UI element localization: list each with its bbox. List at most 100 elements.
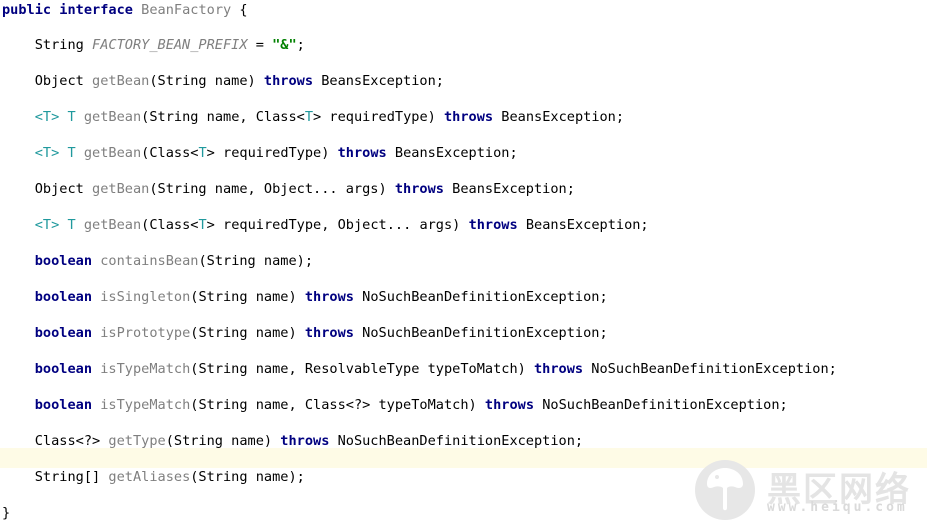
- code-token: boolean: [34, 253, 93, 269]
- code-token: T: [304, 109, 314, 125]
- code-token: throws: [263, 73, 314, 89]
- code-line[interactable]: <T> T getBean(Class<T> requiredType, Obj…: [0, 215, 927, 235]
- code-line[interactable]: boolean containsBean(String name);: [0, 251, 927, 271]
- code-token: T: [67, 145, 76, 161]
- code-token: getType: [108, 433, 166, 449]
- code-line[interactable]: Object getBean(String name, Object... ar…: [0, 179, 927, 199]
- code-token: NoSuchBeanDefinitionException;: [353, 325, 608, 341]
- code-token: (String name, ResolvableType typeToMatch…: [190, 361, 534, 377]
- code-line[interactable]: boolean isTypeMatch(String name, Resolva…: [0, 359, 927, 379]
- code-line[interactable]: public interface BeanFactory {: [0, 0, 927, 20]
- code-line[interactable]: Object getBean(String name) throws Beans…: [0, 71, 927, 91]
- code-token: isSingleton: [100, 289, 191, 305]
- code-token: String[]: [2, 469, 109, 485]
- code-token: isPrototype: [100, 325, 191, 341]
- watermark-url: www.heiqu.com: [767, 500, 908, 515]
- code-token: (Class<: [141, 145, 199, 161]
- code-token: getBean: [92, 181, 150, 197]
- code-token: getBean: [83, 145, 142, 161]
- code-token: ;: [296, 37, 305, 53]
- code-line[interactable]: <T> T getBean(String name, Class<T> requ…: [0, 107, 927, 127]
- code-token: throws: [304, 289, 354, 305]
- code-token: getBean: [83, 109, 142, 125]
- code-token: Object: [2, 73, 93, 89]
- code-token: (String name, Class<: [141, 109, 305, 125]
- code-token: FACTORY_BEAN_PREFIX: [92, 37, 248, 53]
- code-token: throws: [484, 397, 535, 413]
- code-token: throws: [468, 217, 518, 233]
- code-line[interactable]: String FACTORY_BEAN_PREFIX = "&";: [0, 35, 927, 55]
- code-token: T: [198, 217, 207, 233]
- code-token: Class<?>: [2, 433, 109, 449]
- code-token: public: [2, 2, 52, 18]
- code-token: getAliases: [108, 469, 191, 485]
- code-token: }: [2, 505, 11, 521]
- code-token: NoSuchBeanDefinitionException;: [329, 433, 584, 449]
- code-token: T: [67, 217, 76, 233]
- code-token: NoSuchBeanDefinitionException;: [534, 397, 788, 413]
- code-token: throws: [394, 181, 444, 197]
- code-line[interactable]: <T> T getBean(Class<T> requiredType) thr…: [0, 143, 927, 163]
- code-token: throws: [280, 433, 330, 449]
- code-token: interface: [59, 2, 133, 18]
- code-token: (String name): [190, 325, 305, 341]
- code-token: > requiredType): [206, 145, 338, 161]
- code-token: T: [67, 109, 76, 125]
- code-token: BeanFactory: [141, 2, 232, 18]
- code-token: > requiredType, Object... args): [206, 217, 469, 233]
- code-token: (String name);: [190, 469, 305, 485]
- code-line[interactable]: boolean isTypeMatch(String name, Class<?…: [0, 395, 927, 415]
- code-token: (Class<: [141, 217, 199, 233]
- code-token: String: [2, 37, 93, 53]
- code-token: > requiredType): [313, 109, 444, 125]
- code-token: BeansException;: [443, 181, 575, 197]
- code-line[interactable]: boolean isSingleton(String name) throws …: [0, 287, 927, 307]
- code-token: boolean: [34, 325, 93, 341]
- code-token: (String name): [190, 289, 305, 305]
- code-token: (String name): [149, 73, 264, 89]
- code-token: BeansException;: [313, 73, 444, 89]
- code-line[interactable]: boolean isPrototype(String name) throws …: [0, 323, 927, 343]
- code-token: isTypeMatch: [100, 361, 191, 377]
- code-token: T: [198, 145, 207, 161]
- code-token: boolean: [34, 289, 93, 305]
- code-token: isTypeMatch: [100, 397, 191, 413]
- code-token: NoSuchBeanDefinitionException;: [583, 361, 837, 377]
- code-token: BeansException;: [386, 145, 518, 161]
- code-token: BeansException;: [493, 109, 625, 125]
- mushroom-logo-icon: [695, 460, 755, 520]
- code-token: throws: [444, 109, 494, 125]
- code-token: <T>: [34, 109, 60, 125]
- code-token: throws: [534, 361, 584, 377]
- code-token: (String name, Class<?> typeToMatch): [190, 397, 485, 413]
- code-token: getBean: [92, 73, 150, 89]
- watermark: 黑区网络 www.heiqu.com: [693, 460, 923, 522]
- code-token: throws: [304, 325, 354, 341]
- code-token: BeansException;: [517, 217, 649, 233]
- code-token: (String name): [165, 433, 281, 449]
- code-token: containsBean: [100, 253, 199, 269]
- code-token: throws: [337, 145, 387, 161]
- code-token: {: [231, 2, 248, 18]
- code-token: <T>: [34, 217, 60, 233]
- code-token: =: [247, 37, 273, 53]
